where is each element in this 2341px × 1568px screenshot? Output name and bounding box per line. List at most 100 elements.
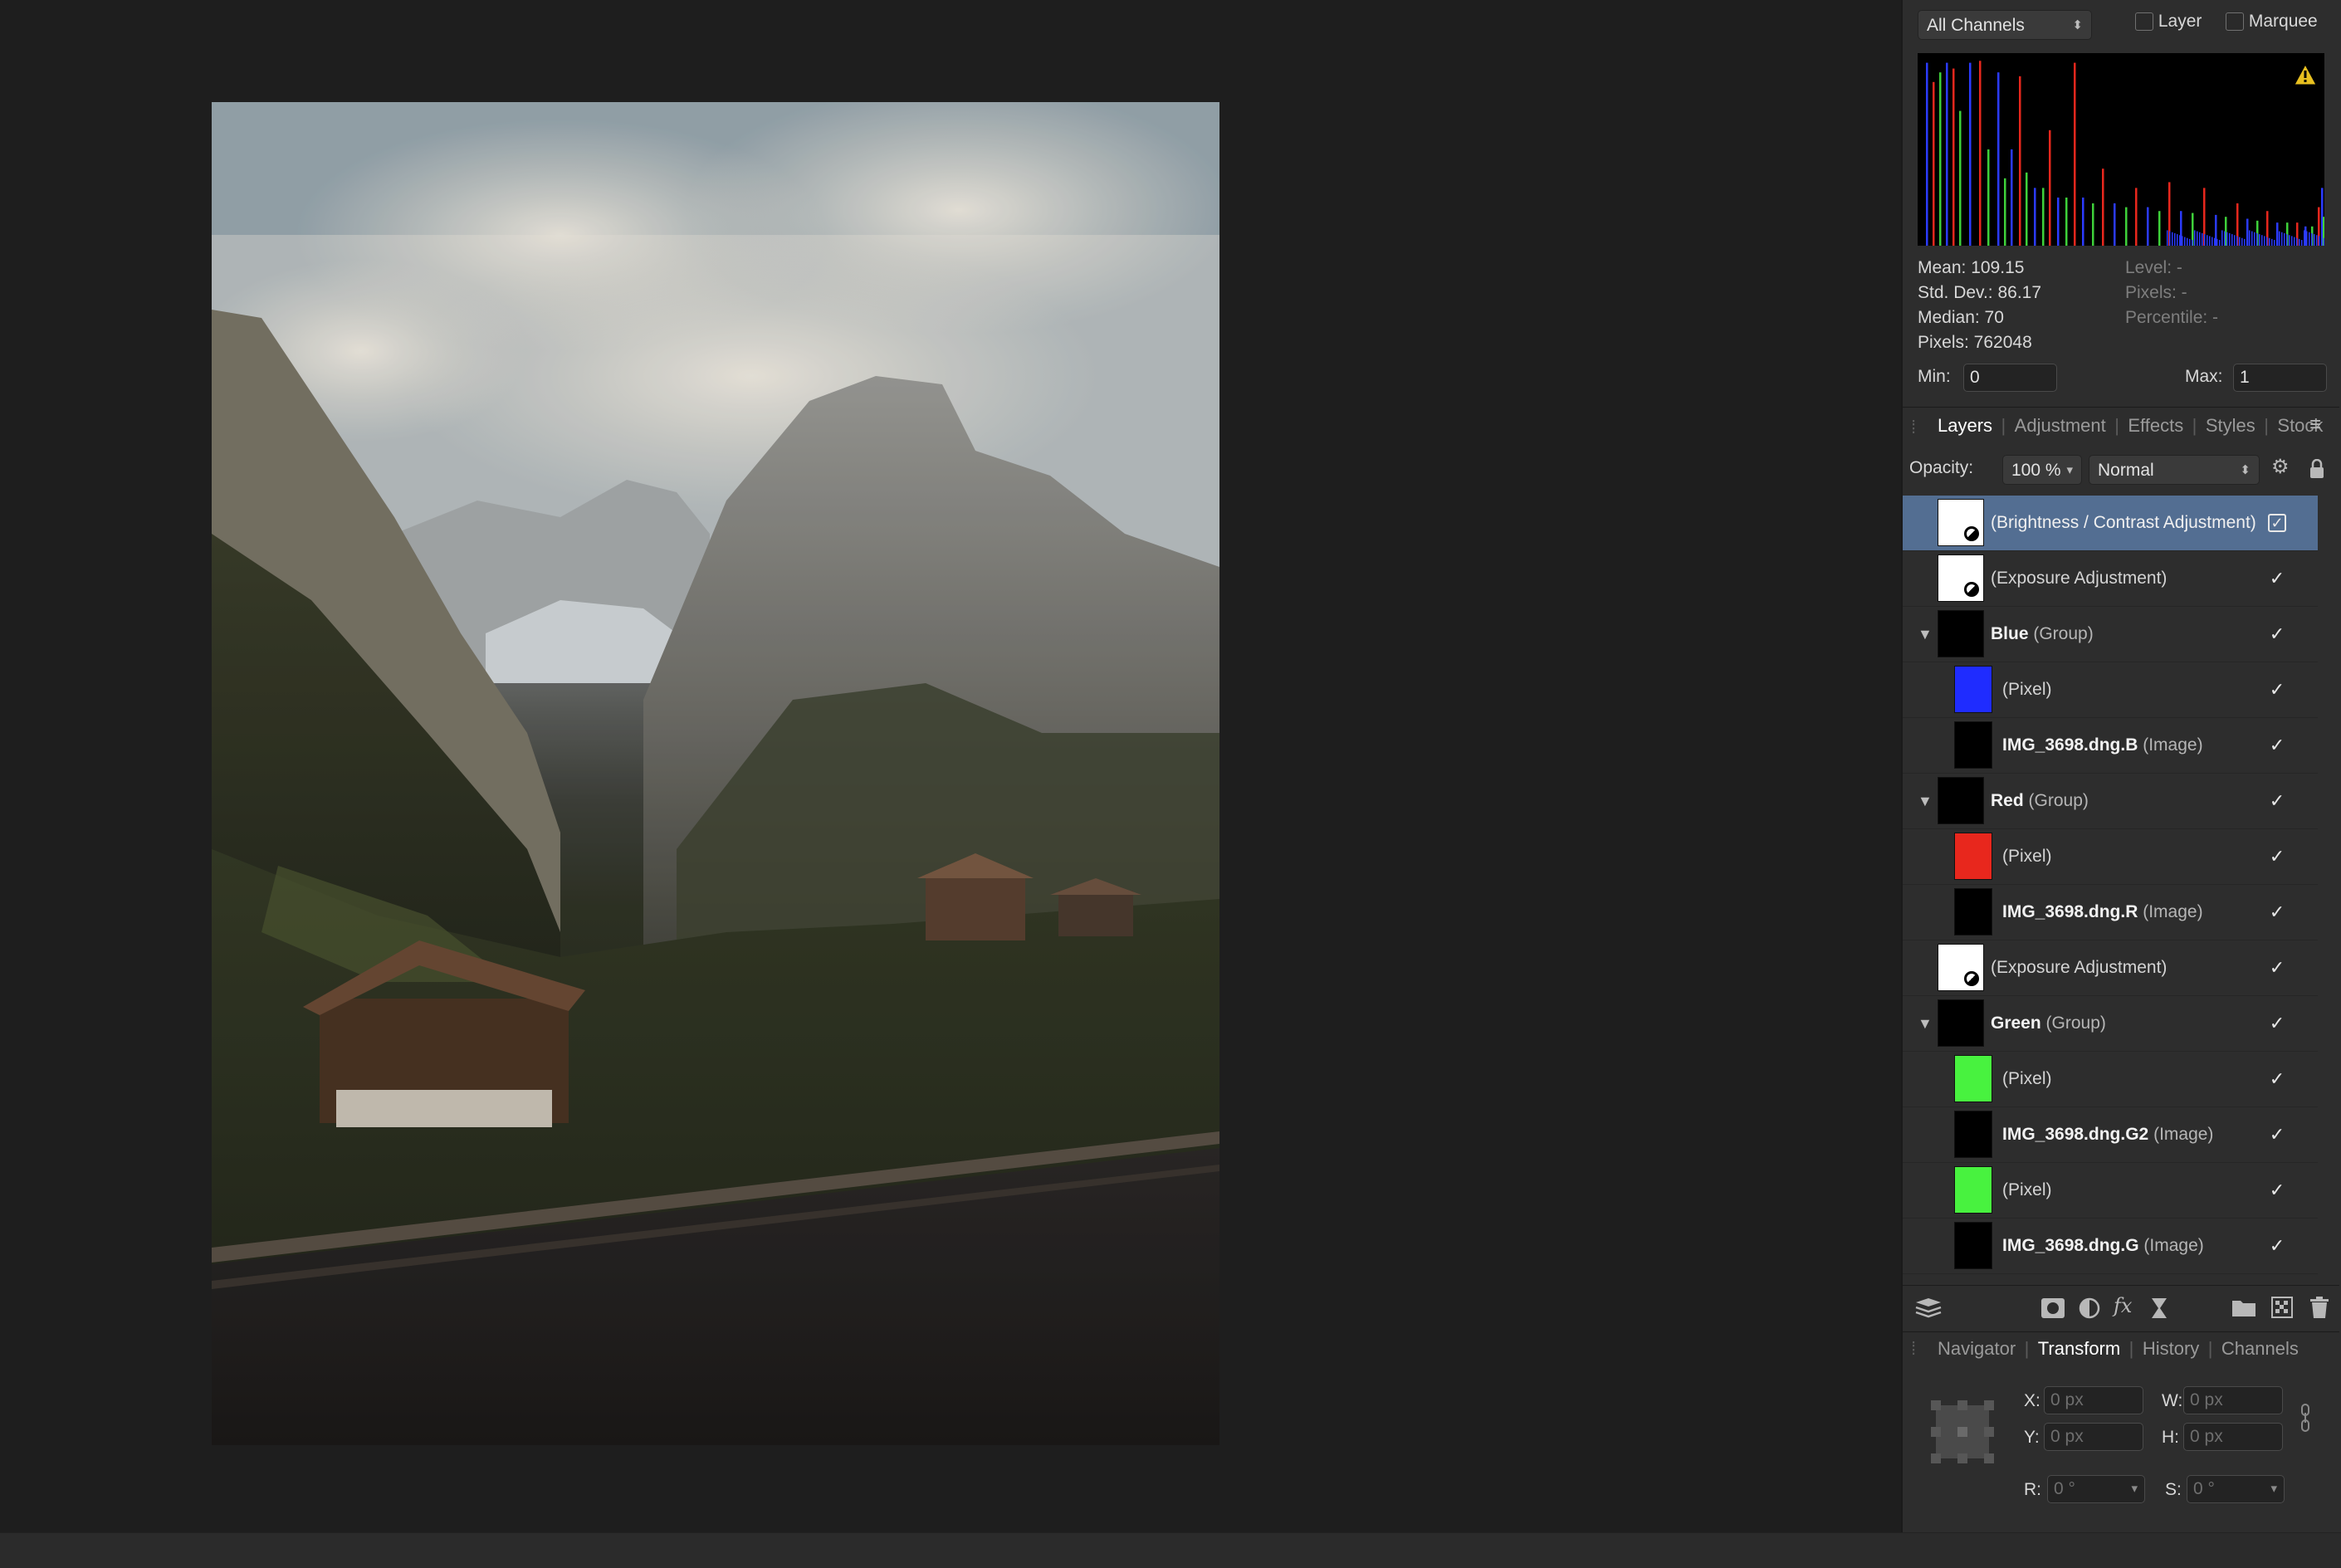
layer-row[interactable]: IMG_3698.dng.G2 (Image) ✓: [1903, 1107, 2318, 1163]
gear-icon[interactable]: ⚙: [2271, 455, 2290, 479]
layer-row[interactable]: (Exposure Adjustment) ✓: [1903, 940, 2318, 996]
stat-pixels: Pixels: 762048: [1918, 333, 2032, 352]
histogram-bar: [2199, 232, 2201, 246]
tab-transform[interactable]: Transform: [2038, 1338, 2120, 1359]
layer-visibility-checkbox[interactable]: ✓: [2268, 625, 2286, 643]
histogram-bar: [2289, 235, 2290, 246]
layer-visibility-checkbox[interactable]: ✓: [2268, 848, 2286, 866]
r-field[interactable]: 0 ° ▾: [2047, 1475, 2145, 1503]
panel-grip-icon[interactable]: ⁞: [1911, 1338, 1916, 1360]
x-field[interactable]: 0 px: [2044, 1386, 2143, 1414]
layer-visibility-checkbox[interactable]: ✓: [2268, 1126, 2286, 1144]
layers-stack-icon[interactable]: [1914, 1297, 1943, 1319]
histogram-bar: [2299, 238, 2300, 246]
tab-navigator[interactable]: Navigator: [1938, 1338, 2016, 1359]
layer-row[interactable]: (Pixel) ✓: [1903, 662, 2318, 718]
histogram-bar: [2174, 232, 2176, 246]
w-field[interactable]: 0 px: [2183, 1386, 2283, 1414]
h-field[interactable]: 0 px: [2183, 1423, 2283, 1451]
layer-visibility-checkbox[interactable]: ✓: [2268, 1070, 2286, 1088]
layer-name: (Pixel): [2002, 847, 2052, 866]
histogram-bar: [2042, 188, 2045, 246]
layer-thumbnail: [1954, 1166, 1992, 1214]
histogram-bar: [2291, 236, 2293, 246]
document-photo[interactable]: [212, 102, 1219, 1445]
live-filter-icon[interactable]: [2150, 1297, 2168, 1320]
trash-icon[interactable]: [2309, 1296, 2329, 1319]
histogram-bar: [2019, 76, 2021, 246]
h-label: H:: [2162, 1428, 2179, 1447]
layer-row[interactable]: (Pixel) ✓: [1903, 829, 2318, 885]
s-field[interactable]: 0 ° ▾: [2187, 1475, 2285, 1503]
histogram-bar: [2311, 232, 2313, 246]
anchor-selector-icon[interactable]: [1928, 1397, 1997, 1467]
layer-row[interactable]: IMG_3698.dng.G (Image) ✓: [1903, 1219, 2318, 1274]
max-field[interactable]: 1: [2233, 364, 2327, 392]
tab-history[interactable]: History: [2143, 1338, 2199, 1359]
layer-visibility-checkbox[interactable]: ✓: [2268, 959, 2286, 977]
folder-icon[interactable]: [2231, 1297, 2256, 1317]
layer-visibility-checkbox[interactable]: ✓: [2268, 736, 2286, 755]
layer-visibility-checkbox[interactable]: ✓: [2268, 1181, 2286, 1199]
tab-channels[interactable]: Channels: [2221, 1338, 2299, 1359]
layer-visibility-checkbox[interactable]: ✓: [2268, 514, 2286, 532]
marquee-checkbox[interactable]: Marquee: [2226, 12, 2318, 32]
mask-icon[interactable]: [2040, 1297, 2065, 1319]
disclosure-triangle-icon[interactable]: ▼: [1918, 774, 1933, 828]
marquee-checkbox-box[interactable]: [2226, 12, 2244, 32]
stat-mean: Mean: 109.15: [1918, 258, 2025, 277]
layer-checkbox[interactable]: Layer: [2135, 12, 2202, 32]
channel-select[interactable]: All Channels ⬍: [1918, 10, 2092, 40]
blend-mode-select[interactable]: Normal ⬍: [2089, 455, 2260, 485]
tab-adjustment[interactable]: Adjustment: [2015, 415, 2106, 436]
tab-layers[interactable]: Layers: [1938, 415, 1992, 436]
layer-thumbnail: [1938, 999, 1984, 1047]
document-canvas[interactable]: [0, 0, 1901, 1532]
histogram-bar: [2266, 237, 2268, 246]
layer-row[interactable]: (Exposure Adjustment) ✓: [1903, 551, 2318, 607]
panel-menu-icon[interactable]: ≡: [2309, 413, 2321, 437]
layer-row[interactable]: (Brightness / Contrast Adjustment) ✓: [1903, 496, 2318, 551]
histogram-bar: [2187, 237, 2188, 246]
tab-styles[interactable]: Styles: [2206, 415, 2255, 436]
warning-triangle-icon: [2294, 63, 2317, 85]
min-field[interactable]: 0: [1963, 364, 2057, 392]
histogram-bar: [2135, 188, 2138, 246]
pixel-layer-icon[interactable]: [2271, 1297, 2293, 1318]
layer-visibility-checkbox[interactable]: ✓: [2268, 569, 2286, 588]
layer-thumbnail: [1938, 499, 1984, 546]
layer-checkbox-box[interactable]: [2135, 12, 2153, 32]
layers-list[interactable]: (Brightness / Contrast Adjustment) ✓ (Expo…: [1903, 496, 2318, 1274]
layer-row[interactable]: (Pixel) ✓: [1903, 1163, 2318, 1219]
histogram-bar: [2254, 232, 2255, 246]
histogram-bar: [2251, 231, 2253, 246]
layer-visibility-checkbox[interactable]: ✓: [2268, 1237, 2286, 1255]
layer-row[interactable]: IMG_3698.dng.B (Image) ✓: [1903, 718, 2318, 774]
layer-visibility-checkbox[interactable]: ✓: [2268, 681, 2286, 699]
layer-row[interactable]: ▼ Green (Group) ✓: [1903, 996, 2318, 1052]
layer-visibility-checkbox[interactable]: ✓: [2268, 1014, 2286, 1033]
histogram-bar: [2281, 232, 2283, 246]
layer-row[interactable]: (Pixel) ✓: [1903, 1052, 2318, 1107]
tab-effects[interactable]: Effects: [2128, 415, 2183, 436]
layer-row[interactable]: ▼ Blue (Group) ✓: [1903, 607, 2318, 662]
lock-icon[interactable]: [2309, 459, 2324, 479]
histogram-bar: [2147, 207, 2149, 246]
adjustment-icon[interactable]: [2079, 1297, 2100, 1319]
fx-icon[interactable]: fx: [2114, 1294, 2132, 1317]
layer-row[interactable]: ▼ Red (Group) ✓: [1903, 774, 2318, 829]
layer-row[interactable]: IMG_3698.dng.R (Image) ✓: [1903, 885, 2318, 940]
disclosure-triangle-icon[interactable]: ▼: [1918, 996, 1933, 1051]
histogram-bar: [2236, 236, 2238, 246]
layer-visibility-checkbox[interactable]: ✓: [2268, 903, 2286, 921]
disclosure-triangle-icon[interactable]: ▼: [1918, 607, 1933, 662]
link-icon[interactable]: [2299, 1403, 2311, 1433]
layer-thumbnail: [1954, 1111, 1992, 1158]
layer-visibility-checkbox[interactable]: ✓: [2268, 792, 2286, 810]
y-field[interactable]: 0 px: [2044, 1423, 2143, 1451]
histogram-bar: [2057, 198, 2060, 246]
opacity-select[interactable]: 100 % ▾: [2002, 455, 2082, 485]
panel-grip-icon[interactable]: ⁞: [1911, 417, 1916, 438]
layer-name: IMG_3698.dng.B (Image): [2002, 735, 2203, 755]
histogram-bar: [2284, 232, 2285, 246]
